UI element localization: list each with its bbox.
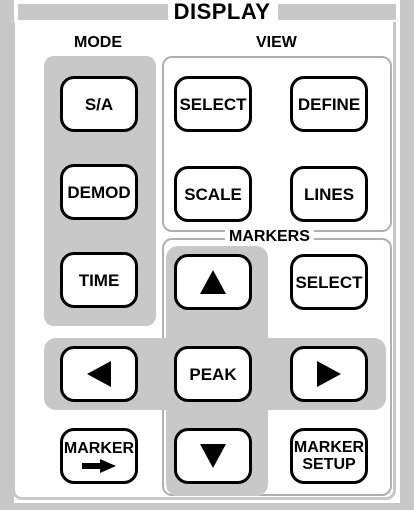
view-lines-button[interactable]: LINES [290,166,368,222]
bottom-frame-bar [0,503,414,510]
view-section-label: VIEW [252,34,301,52]
arrow-up-icon [200,270,226,294]
marker-to-label: MARKER [63,439,135,457]
arrow-down-icon [200,444,226,468]
mode-demod-button[interactable]: DEMOD [60,164,138,220]
marker-select-button[interactable]: SELECT [290,254,368,310]
marker-setup-label-line1: MARKER [293,439,365,456]
marker-down-button[interactable] [174,428,252,484]
view-select-button[interactable]: SELECT [174,76,252,132]
marker-to-button[interactable]: MARKER [60,428,138,484]
view-define-button[interactable]: DEFINE [290,76,368,132]
mode-section-label: MODE [70,34,126,52]
mode-time-button[interactable]: TIME [60,252,138,308]
panel-title: DISPLAY [170,0,274,24]
right-arrow-icon [82,458,116,473]
marker-up-button[interactable] [174,254,252,310]
marker-setup-button[interactable]: MARKER SETUP [290,428,368,484]
header-bar-right [278,4,396,20]
marker-peak-button[interactable]: PEAK [174,346,252,402]
mode-sa-button[interactable]: S/A [60,76,138,132]
header-bar-left [18,4,168,20]
right-frame-bar [400,0,414,510]
markers-section-label: MARKERS [225,228,314,246]
arrow-right-icon [317,361,341,387]
marker-setup-label-line2: SETUP [302,456,356,473]
marker-left-button[interactable] [60,346,138,402]
view-scale-button[interactable]: SCALE [174,166,252,222]
arrow-left-icon [87,361,111,387]
marker-right-button[interactable] [290,346,368,402]
